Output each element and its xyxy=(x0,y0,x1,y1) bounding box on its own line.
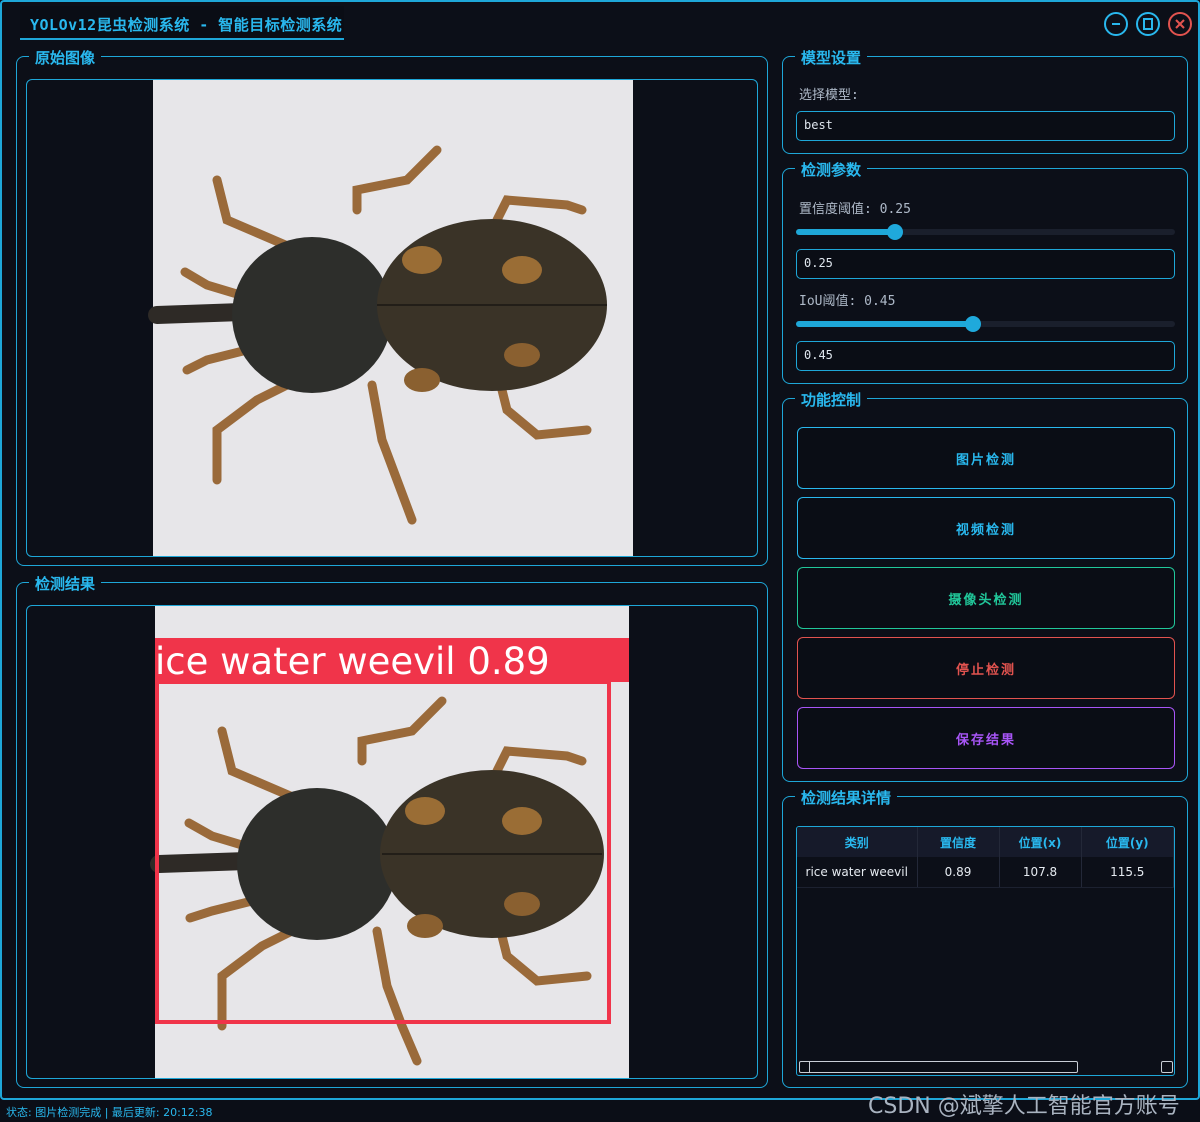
results-table-frame: 类别 置信度 位置(x) 位置(y) rice water weevil 0.8… xyxy=(796,826,1175,1076)
model-select[interactable]: best xyxy=(796,111,1175,141)
results-detail-panel: 检测结果详情 类别 置信度 位置(x) 位置(y) rice water wee… xyxy=(782,787,1188,1088)
video-detect-button[interactable]: 视频检测 xyxy=(797,497,1175,559)
cell-x: 107.8 xyxy=(999,857,1082,888)
detection-params-panel: 检测参数 置信度阈值: 0.25 0.25 IoU阈值: 0.45 0.45 xyxy=(782,159,1188,384)
image-detect-button[interactable]: 图片检测 xyxy=(797,427,1175,489)
table-row[interactable]: rice water weevil 0.89 107.8 115.5 xyxy=(797,857,1174,888)
cell-confidence: 0.89 xyxy=(917,857,1000,888)
table-header-row: 类别 置信度 位置(x) 位置(y) xyxy=(797,827,1174,857)
weevil-detection-image: ice water weevil 0.89 xyxy=(150,606,629,1078)
cell-y: 115.5 xyxy=(1081,857,1174,888)
camera-detect-button[interactable]: 摄像头检测 xyxy=(797,567,1175,629)
iou-slider-fill xyxy=(796,321,974,327)
minimize-button[interactable] xyxy=(1104,12,1128,36)
title-tab: YOLOv12昆虫检测系统 - 智能目标检测系统 xyxy=(20,6,344,40)
result-panel-title: 检测结果 xyxy=(29,573,102,594)
minimize-icon xyxy=(1112,23,1120,25)
stop-detect-button[interactable]: 停止检测 xyxy=(797,637,1175,699)
iou-slider[interactable] xyxy=(796,316,1175,332)
detection-params-title: 检测参数 xyxy=(795,159,868,180)
confidence-input[interactable]: 0.25 xyxy=(796,249,1175,279)
confidence-label: 置信度阈值: 0.25 xyxy=(799,202,911,217)
column-header-confidence[interactable]: 置信度 xyxy=(917,827,1000,857)
column-header-class[interactable]: 类别 xyxy=(797,827,918,857)
iou-slider-handle[interactable] xyxy=(965,316,982,332)
watermark: CSDN @斌擎人工智能官方账号 xyxy=(868,1094,1180,1119)
results-table: 类别 置信度 位置(x) 位置(y) rice water weevil 0.8… xyxy=(797,827,1174,888)
iou-label: IoU阈值: 0.45 xyxy=(799,294,896,309)
confidence-slider-fill xyxy=(796,229,895,235)
cell-class: rice water weevil xyxy=(797,857,918,888)
function-controls-title: 功能控制 xyxy=(795,389,868,410)
scrollbar-handle[interactable] xyxy=(800,1062,810,1072)
column-header-x[interactable]: 位置(x) xyxy=(999,827,1082,857)
model-settings-panel: 模型设置 选择模型: best xyxy=(782,47,1188,154)
model-settings-title: 模型设置 xyxy=(795,47,868,68)
title-bar[interactable]: YOLOv12昆虫检测系统 - 智能目标检测系统 xyxy=(2,2,1198,42)
confidence-slider[interactable] xyxy=(796,224,1175,240)
detection-result-panel: 检测结果 ice water weevil 0.89 xyxy=(16,573,768,1088)
status-text: 状态: 图片检测完成 | 最后更新: 20:12:38 xyxy=(6,1106,213,1119)
column-header-y[interactable]: 位置(y) xyxy=(1081,827,1174,857)
save-result-button[interactable]: 保存结果 xyxy=(797,707,1175,769)
results-detail-title: 检测结果详情 xyxy=(795,787,898,808)
original-image-panel: 原始图像 xyxy=(16,47,768,566)
original-image-frame xyxy=(26,79,758,557)
scroll-corner xyxy=(1161,1061,1173,1073)
result-image-frame: ice water weevil 0.89 xyxy=(26,605,758,1079)
close-icon xyxy=(1175,19,1185,29)
app-window: YOLOv12昆虫检测系统 - 智能目标检测系统 原始图像 检测结果 ice w… xyxy=(0,0,1200,1100)
close-button[interactable] xyxy=(1168,12,1192,36)
horizontal-scrollbar[interactable] xyxy=(799,1061,1078,1073)
select-model-label: 选择模型: xyxy=(799,88,859,103)
maximize-icon xyxy=(1143,18,1153,30)
maximize-button[interactable] xyxy=(1136,12,1160,36)
weevil-original-image xyxy=(148,80,633,556)
function-controls-panel: 功能控制 图片检测 视频检测 摄像头检测 停止检测 保存结果 xyxy=(782,389,1188,782)
window-title: YOLOv12昆虫检测系统 - 智能目标检测系统 xyxy=(30,16,343,34)
confidence-slider-handle[interactable] xyxy=(886,224,903,240)
iou-input[interactable]: 0.45 xyxy=(796,341,1175,371)
detection-label: ice water weevil 0.89 xyxy=(155,640,550,683)
original-panel-title: 原始图像 xyxy=(29,47,102,68)
